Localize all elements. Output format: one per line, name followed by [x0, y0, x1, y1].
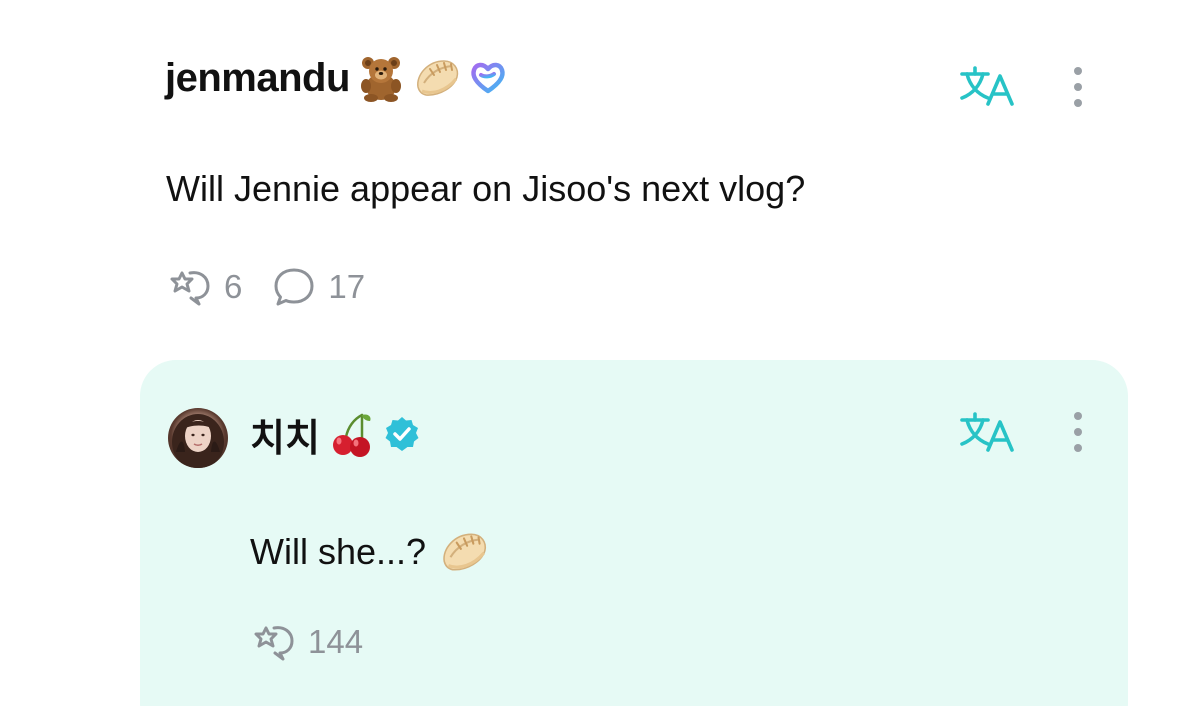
post-thread: jenmandu Will Jennie appear on Jisoo's n…: [0, 0, 1200, 706]
reply-reaction-button[interactable]: 144: [250, 622, 363, 662]
reply-stats: 144: [250, 622, 393, 662]
more-dot-icon: [1074, 428, 1082, 436]
dumpling-icon: [412, 53, 462, 103]
reaction-button[interactable]: 6: [166, 267, 242, 307]
avatar[interactable]: [168, 408, 228, 468]
more-dot-icon: [1074, 99, 1082, 107]
more-dot-icon: [1074, 67, 1082, 75]
reply-header: 치치: [250, 408, 422, 460]
reply-reaction-count: 144: [308, 623, 364, 660]
comment-count: 17: [328, 268, 366, 305]
reply-more-options-button[interactable]: [1066, 408, 1090, 456]
translate-icon: [960, 412, 1014, 452]
reaction-icon: [170, 271, 210, 306]
reply-text: Will she...?: [250, 531, 427, 572]
post-text: Will Jennie appear on Jisoo's next vlog?: [166, 168, 806, 209]
avatar-image: [172, 414, 224, 468]
comment-button[interactable]: 17: [272, 266, 365, 308]
cherry-icon: [326, 409, 376, 459]
more-dot-icon: [1074, 83, 1082, 91]
reply-text-row: Will she...?: [250, 526, 490, 578]
comment-icon: [274, 268, 314, 306]
reply-translate-button[interactable]: [958, 408, 1016, 456]
reaction-icon: [254, 626, 294, 661]
reply-username[interactable]: 치치: [250, 407, 320, 462]
post-header: jenmandu: [165, 50, 508, 106]
verified-badge-icon: [382, 414, 422, 454]
translate-button[interactable]: [958, 62, 1016, 110]
more-dot-icon: [1074, 412, 1082, 420]
post-username[interactable]: jenmandu: [165, 56, 350, 101]
teddy-bear-icon: [356, 53, 406, 103]
more-dot-icon: [1074, 444, 1082, 452]
post-stats: 6 17: [166, 266, 395, 308]
more-options-button[interactable]: [1066, 63, 1090, 111]
reaction-count: 6: [224, 268, 243, 305]
heart-badge-icon: [468, 58, 508, 98]
translate-icon: [960, 66, 1014, 106]
dumpling-icon: [438, 526, 490, 578]
